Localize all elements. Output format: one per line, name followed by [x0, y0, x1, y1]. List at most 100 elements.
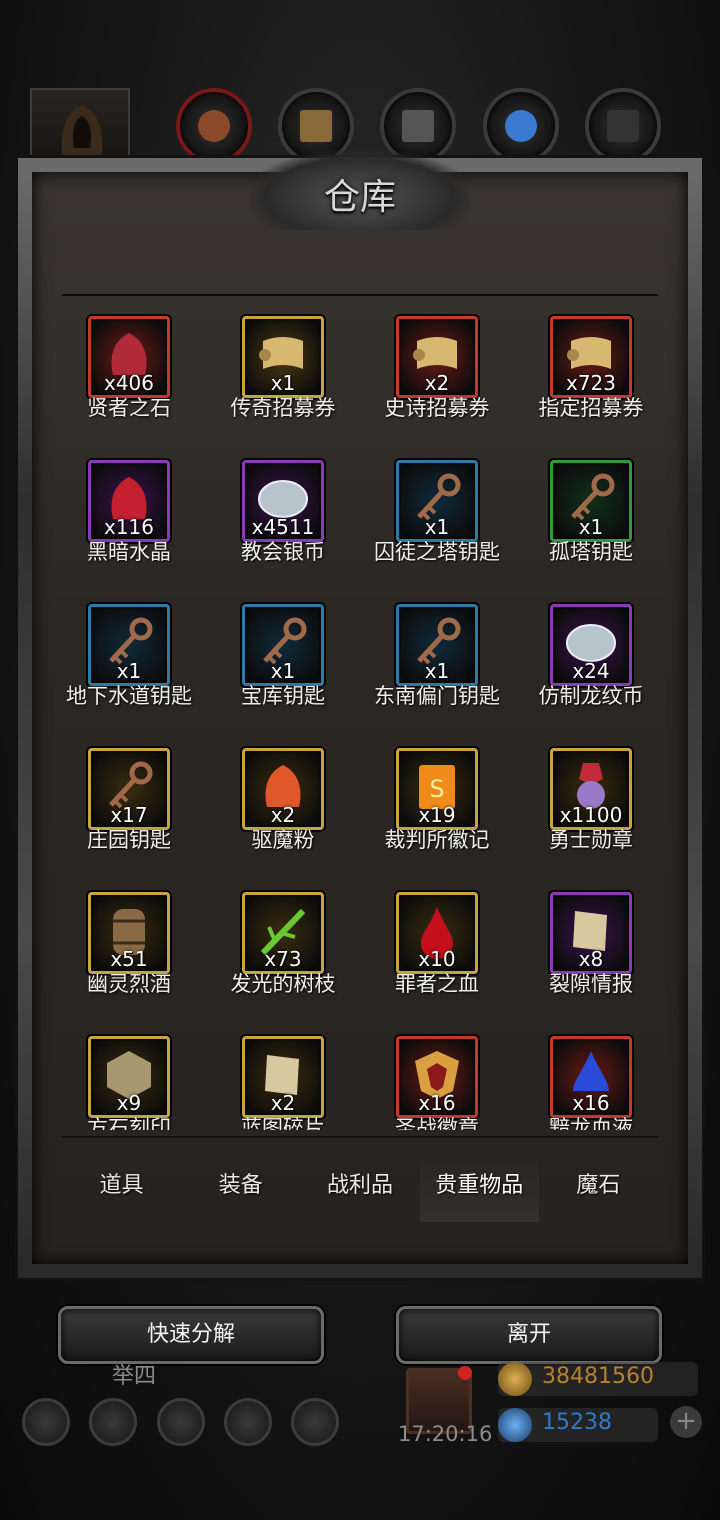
- item-cell[interactable]: x73 发光的树枝: [206, 876, 360, 1016]
- item-cell[interactable]: x116 黑暗水晶: [52, 444, 206, 584]
- bottom-bar: 举四 17:20:16 38481560 15238 +: [0, 1350, 720, 1520]
- item-cell[interactable]: x1 地下水道钥匙: [52, 588, 206, 728]
- item-cell[interactable]: x16 圣战徽章: [360, 1020, 514, 1130]
- item-label: 东南偏门钥匙: [374, 684, 500, 708]
- item-slot[interactable]: x24: [550, 604, 632, 686]
- tab-items[interactable]: 道具: [62, 1150, 181, 1222]
- leather-category-icon[interactable]: [176, 88, 252, 164]
- item-cell[interactable]: x9 方石刻印: [52, 1020, 206, 1130]
- item-cell[interactable]: x10 罪者之血: [360, 876, 514, 1016]
- settings-icon[interactable]: [22, 1398, 70, 1446]
- item-label: 驱魔粉: [251, 828, 315, 852]
- player-name: 举四: [112, 1364, 157, 1389]
- event-timer: 17:20:16: [398, 1422, 493, 1446]
- item-slot[interactable]: x116: [88, 460, 170, 542]
- tab-valuables[interactable]: 贵重物品: [419, 1150, 539, 1222]
- item-slot[interactable]: Sx19: [396, 748, 478, 830]
- item-cell[interactable]: x4511 教会银币: [206, 444, 360, 584]
- item-label: 指定招募券: [538, 396, 644, 420]
- item-slot[interactable]: x51: [88, 892, 170, 974]
- item-label: 仿制龙纹币: [538, 684, 644, 708]
- item-cell[interactable]: x16 黯龙血液: [514, 1020, 668, 1130]
- divider: [62, 294, 658, 296]
- item-label: 勇士勋章: [549, 828, 633, 852]
- page-title: 仓库: [323, 177, 396, 218]
- item-slot[interactable]: x73: [242, 892, 324, 974]
- item-slot[interactable]: x1: [396, 604, 478, 686]
- item-cell[interactable]: x1 孤塔钥匙: [514, 444, 668, 584]
- item-slot[interactable]: x1: [242, 316, 324, 398]
- item-slot[interactable]: x1100: [550, 748, 632, 830]
- item-slot[interactable]: x1: [396, 460, 478, 542]
- item-cell[interactable]: x1 囚徒之塔钥匙: [360, 444, 514, 584]
- ranking-icon[interactable]: [157, 1398, 205, 1446]
- medal-menu-icon[interactable]: [89, 1398, 137, 1446]
- item-label: 贤者之石: [87, 396, 171, 420]
- item-cell[interactable]: x24 仿制龙纹币: [514, 588, 668, 728]
- gem-icon: [498, 1408, 532, 1442]
- item-slot[interactable]: x1: [242, 604, 324, 686]
- mail-icon[interactable]: [224, 1398, 272, 1446]
- crystal-category-icon[interactable]: [483, 88, 559, 164]
- item-label: 方石刻印: [87, 1116, 171, 1130]
- gem-counter: 15238: [498, 1408, 658, 1442]
- item-label: 地下水道钥匙: [66, 684, 192, 708]
- item-cell[interactable]: Sx19 裁判所徽记: [360, 732, 514, 872]
- item-slot[interactable]: x406: [88, 316, 170, 398]
- item-label: 孤塔钥匙: [549, 540, 633, 564]
- svg-text:S: S: [429, 775, 444, 803]
- item-slot[interactable]: x2: [396, 316, 478, 398]
- tab-magic-stones[interactable]: 魔石: [539, 1150, 658, 1222]
- item-cell[interactable]: x723 指定招募券: [514, 300, 668, 440]
- item-label: 发光的树枝: [230, 972, 336, 996]
- item-cell[interactable]: x1100 勇士勋章: [514, 732, 668, 872]
- item-grid: x406 贤者之石 x1 传奇招募券 x2 史诗招募券 x723 指定招募券 x116 黑暗水晶 x…: [52, 300, 668, 1130]
- item-cell[interactable]: x1 传奇招募券: [206, 300, 360, 440]
- item-slot[interactable]: x723: [550, 316, 632, 398]
- item-cell[interactable]: x2 史诗招募券: [360, 300, 514, 440]
- ore-category-icon[interactable]: [585, 88, 661, 164]
- item-slot[interactable]: x2: [242, 748, 324, 830]
- item-cell[interactable]: x8 裂隙情报: [514, 876, 668, 1016]
- item-slot[interactable]: x16: [396, 1036, 478, 1118]
- item-label: 幽灵烈酒: [87, 972, 171, 996]
- item-slot[interactable]: x1: [88, 604, 170, 686]
- item-slot[interactable]: x8: [550, 892, 632, 974]
- item-label: 黑暗水晶: [87, 540, 171, 564]
- item-slot[interactable]: x10: [396, 892, 478, 974]
- tab-equipment[interactable]: 装备: [181, 1150, 300, 1222]
- item-slot[interactable]: x17: [88, 748, 170, 830]
- item-cell[interactable]: x2 驱魔粉: [206, 732, 360, 872]
- item-label: 裂隙情报: [549, 972, 633, 996]
- item-label: 罪者之血: [395, 972, 479, 996]
- item-label: 囚徒之塔钥匙: [374, 540, 500, 564]
- tab-bar: 道具 装备 战利品 贵重物品 魔石: [62, 1150, 658, 1222]
- gold-value: 38481560: [542, 1364, 654, 1389]
- item-label: 蓝图碎片: [241, 1116, 325, 1130]
- item-label: 传奇招募券: [230, 396, 336, 420]
- item-slot[interactable]: x16: [550, 1036, 632, 1118]
- item-cell[interactable]: x17 庄园钥匙: [52, 732, 206, 872]
- item-label: 裁判所徽记: [384, 828, 490, 852]
- divider: [62, 1136, 658, 1138]
- tab-loot[interactable]: 战利品: [300, 1150, 419, 1222]
- gold-icon: [498, 1362, 532, 1396]
- item-label: 教会银币: [241, 540, 325, 564]
- item-cell[interactable]: x406 贤者之石: [52, 300, 206, 440]
- item-cell[interactable]: x2 蓝图碎片: [206, 1020, 360, 1130]
- social-icon[interactable]: [291, 1398, 339, 1446]
- item-slot[interactable]: x9: [88, 1036, 170, 1118]
- add-currency-button[interactable]: +: [670, 1406, 702, 1438]
- item-slot[interactable]: x1: [550, 460, 632, 542]
- item-label: 史诗招募券: [384, 396, 490, 420]
- item-label: 圣战徽章: [395, 1116, 479, 1130]
- item-cell[interactable]: x1 宝库钥匙: [206, 588, 360, 728]
- gold-counter: 38481560: [498, 1362, 698, 1396]
- item-slot[interactable]: x2: [242, 1036, 324, 1118]
- item-cell[interactable]: x1 东南偏门钥匙: [360, 588, 514, 728]
- item-cell[interactable]: x51 幽灵烈酒: [52, 876, 206, 1016]
- item-slot[interactable]: x4511: [242, 460, 324, 542]
- item-label: 宝库钥匙: [241, 684, 325, 708]
- gem-value: 15238: [542, 1410, 612, 1435]
- item-label: 黯龙血液: [549, 1116, 633, 1130]
